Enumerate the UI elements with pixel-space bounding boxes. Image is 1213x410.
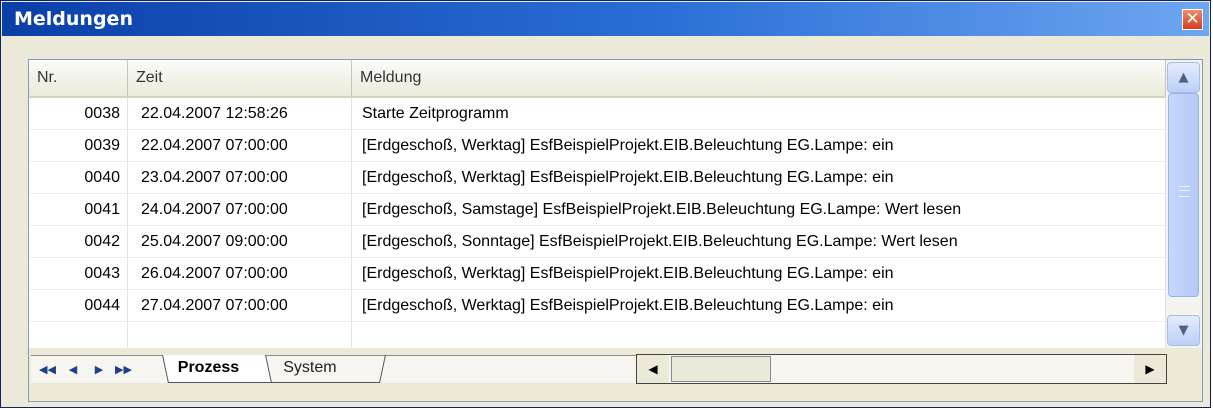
cell-zeit: 27.04.2007 07:00:00 xyxy=(128,290,352,322)
vertical-scrollbar[interactable]: ▲ ▼ xyxy=(1166,60,1202,348)
cell-zeit: 25.04.2007 09:00:00 xyxy=(128,226,352,258)
vertical-scroll-thumb[interactable] xyxy=(1168,93,1199,297)
empty-cell xyxy=(29,322,128,348)
scroll-right-button[interactable]: ▶ xyxy=(1134,355,1166,383)
cell-nr: 0038 xyxy=(29,98,128,130)
meldungen-window: Meldungen ✕ Nr. Zeit Meldung 0038 22.04.2… xyxy=(0,0,1211,408)
tab-system-label: System xyxy=(283,359,337,376)
cell-nr: 0042 xyxy=(29,226,128,258)
cell-nr: 0040 xyxy=(29,162,128,194)
cell-nr: 0043 xyxy=(29,258,128,290)
table-row[interactable]: 0039 22.04.2007 07:00:00 [Erdgeschoß, Werk… xyxy=(29,130,1166,162)
table-row[interactable]: 0044 27.04.2007 07:00:00 [Erdgeschoß, Werk… xyxy=(29,290,1166,322)
size-grip xyxy=(1167,354,1202,384)
horizontal-scroll-thumb[interactable] xyxy=(671,356,771,382)
horizontal-scrollbar[interactable]: ◀ ▶ xyxy=(636,354,1167,384)
empty-cell xyxy=(352,322,1166,348)
cell-zeit: 26.04.2007 07:00:00 xyxy=(128,258,352,290)
window-title: Meldungen xyxy=(14,8,133,30)
cell-meldung: [Erdgeschoß, Werktag] EsfBeispielProjekt… xyxy=(352,162,1166,194)
cell-meldung: [Erdgeschoß, Werktag] EsfBeispielProjekt… xyxy=(352,258,1166,290)
cell-meldung: [Erdgeschoß, Samstage] EsfBeispielProjek… xyxy=(352,194,1166,226)
cell-zeit: 24.04.2007 07:00:00 xyxy=(128,194,352,226)
table-row[interactable]: 0041 24.04.2007 07:00:00 [Erdgeschoß, Sams… xyxy=(29,194,1166,226)
cell-nr: 0039 xyxy=(29,130,128,162)
cell-zeit: 23.04.2007 07:00:00 xyxy=(128,162,352,194)
cell-zeit: 22.04.2007 12:58:26 xyxy=(128,98,352,130)
sheet-tab-strip: ◀◀ ◀ ▶ ▶▶ Prozess System xyxy=(31,355,636,383)
cell-zeit: 22.04.2007 07:00:00 xyxy=(128,130,352,162)
tab-system[interactable]: System xyxy=(268,355,386,383)
tab-prozess-label: Prozess xyxy=(177,359,240,376)
scroll-left-button[interactable]: ◀ xyxy=(637,355,669,383)
cell-meldung: Starte Zeitprogramm xyxy=(352,98,1166,130)
cell-nr: 0044 xyxy=(29,290,128,322)
scroll-down-button[interactable]: ▼ xyxy=(1167,315,1200,346)
table-row[interactable]: 0038 22.04.2007 12:58:26 Starte Zeitprogra… xyxy=(29,98,1166,130)
scroll-grip-icon xyxy=(1179,186,1190,197)
messages-grid: Nr. Zeit Meldung 0038 22.04.2007 12:58:26… xyxy=(29,60,1166,348)
cell-meldung: [Erdgeschoß, Werktag] EsfBeispielProjekt… xyxy=(352,290,1166,322)
column-header-zeit[interactable]: Zeit xyxy=(128,60,352,96)
close-button[interactable]: ✕ xyxy=(1182,9,1203,30)
column-header-meldung[interactable]: Meldung xyxy=(352,60,1166,96)
tab-prozess[interactable]: Prozess xyxy=(162,355,272,383)
cell-meldung: [Erdgeschoß, Werktag] EsfBeispielProjekt… xyxy=(352,130,1166,162)
last-page-icon[interactable]: ▶▶ xyxy=(115,362,132,378)
title-bar[interactable]: Meldungen ✕ xyxy=(2,2,1209,36)
prev-page-icon[interactable]: ◀ xyxy=(65,362,81,378)
first-page-icon[interactable]: ◀◀ xyxy=(39,362,56,378)
table-row[interactable]: 0040 23.04.2007 07:00:00 [Erdgeschoß, Werk… xyxy=(29,162,1166,194)
cell-meldung: [Erdgeschoß, Sonntage] EsfBeispielProjek… xyxy=(352,226,1166,258)
empty-row xyxy=(29,322,1166,348)
column-header-nr[interactable]: Nr. xyxy=(29,60,128,96)
grid-header: Nr. Zeit Meldung xyxy=(29,60,1166,98)
empty-cell xyxy=(128,322,352,348)
table-row[interactable]: 0042 25.04.2007 09:00:00 [Erdgeschoß, Sonn… xyxy=(29,226,1166,258)
messages-panel: Nr. Zeit Meldung 0038 22.04.2007 12:58:26… xyxy=(28,59,1203,402)
tab-bar: ◀◀ ◀ ▶ ▶▶ Prozess System ◀ ▶ xyxy=(29,348,1202,401)
table-row[interactable]: 0043 26.04.2007 07:00:00 [Erdgeschoß, Werk… xyxy=(29,258,1166,290)
cell-nr: 0041 xyxy=(29,194,128,226)
next-page-icon[interactable]: ▶ xyxy=(91,362,107,378)
scroll-up-button[interactable]: ▲ xyxy=(1167,62,1200,93)
